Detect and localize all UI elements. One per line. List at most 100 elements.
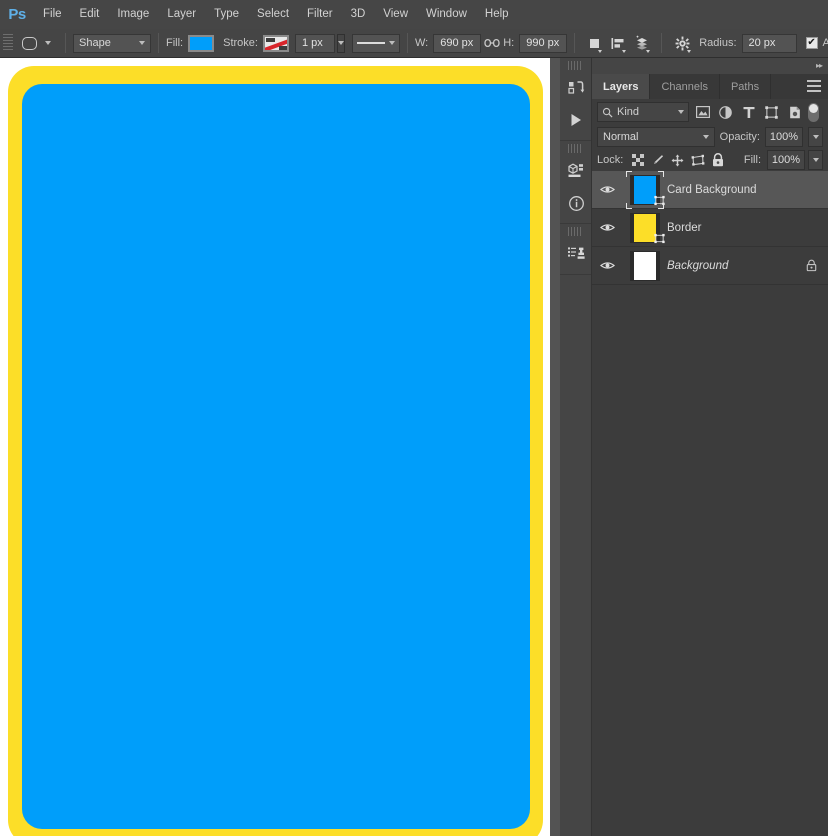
width-input[interactable]: 690 px — [433, 34, 481, 53]
layer-name[interactable]: Card Background — [667, 184, 828, 196]
fill-opacity-input[interactable]: 100% — [767, 150, 805, 170]
dock-grip[interactable] — [568, 61, 583, 70]
align-edges-label: Align Ed — [823, 37, 828, 49]
shape-mode-value: Shape — [79, 37, 111, 49]
fill-opacity-stepper[interactable] — [808, 150, 823, 170]
chevron-down-icon — [646, 50, 650, 53]
fill-color-swatch[interactable] — [188, 35, 214, 52]
link-dimensions-icon[interactable] — [481, 38, 503, 48]
tool-preset-dropdown[interactable] — [41, 41, 58, 45]
filter-pixel-icon[interactable] — [693, 102, 712, 122]
layer-list[interactable]: Card Background — [592, 171, 828, 836]
panel-tab-bar: Layers Channels Paths — [592, 74, 828, 99]
panel-top-bar: ▸▸ — [592, 58, 828, 74]
radius-label: Radius: — [699, 37, 736, 49]
tab-paths[interactable]: Paths — [720, 74, 771, 99]
lock-position-icon[interactable] — [669, 151, 686, 169]
chevron-down-icon — [338, 41, 344, 45]
dock-grip[interactable] — [568, 144, 583, 153]
stroke-width-field[interactable]: 1 px — [295, 34, 335, 53]
rounded-rectangle-tool-icon[interactable] — [17, 33, 41, 53]
divider — [407, 33, 408, 53]
height-input[interactable]: 990 px — [519, 34, 567, 53]
filter-adjustment-icon[interactable] — [716, 102, 735, 122]
filter-smartobject-icon[interactable] — [785, 102, 804, 122]
filter-type-icon[interactable] — [739, 102, 758, 122]
opacity-stepper[interactable] — [808, 127, 823, 147]
layer-visibility-toggle[interactable] — [592, 222, 623, 233]
expand-panel-icon[interactable]: ▸▸ — [816, 62, 822, 70]
clone-source-icon[interactable] — [560, 238, 592, 270]
shape-mode-select[interactable]: Shape — [73, 34, 151, 53]
height-label: H: — [503, 37, 514, 49]
vector-mask-icon — [653, 233, 666, 244]
menu-item-edit[interactable]: Edit — [71, 0, 109, 29]
table-row[interactable]: Border — [592, 209, 828, 247]
layer-thumbnail[interactable] — [623, 213, 667, 243]
gear-icon[interactable] — [669, 32, 695, 54]
options-bar-grip[interactable] — [3, 34, 13, 52]
menu-item-window[interactable]: Window — [417, 0, 476, 29]
tab-layers[interactable]: Layers — [592, 74, 650, 99]
menu-item-layer[interactable]: Layer — [158, 0, 205, 29]
stroke-color-swatch[interactable] — [263, 35, 289, 52]
panel-menu-icon[interactable] — [807, 80, 821, 92]
menu-item-type[interactable]: Type — [205, 0, 248, 29]
divider — [158, 33, 159, 53]
chevron-down-icon — [389, 41, 395, 45]
layer-thumbnail[interactable] — [623, 175, 667, 205]
tab-channels[interactable]: Channels — [650, 74, 719, 99]
menu-item-image[interactable]: Image — [108, 0, 158, 29]
search-icon — [602, 107, 613, 118]
lock-row: Lock: — [592, 149, 828, 171]
lock-image-pixels-icon[interactable] — [649, 151, 666, 169]
menu-item-filter[interactable]: Filter — [298, 0, 342, 29]
filter-enable-toggle[interactable] — [808, 103, 819, 122]
dock-grip[interactable] — [568, 227, 583, 236]
menu-item-view[interactable]: View — [374, 0, 417, 29]
eye-icon — [600, 260, 615, 271]
layer-name[interactable]: Background — [667, 260, 794, 272]
layer-thumbnail[interactable] — [623, 251, 667, 281]
path-arrangement-icon[interactable] — [630, 32, 654, 54]
card-background-shape[interactable] — [22, 84, 530, 829]
dock-group-clone-source — [560, 227, 591, 275]
dock-group-3d-info — [560, 144, 591, 224]
canvas-area[interactable] — [0, 58, 554, 836]
width-label: W: — [415, 37, 428, 49]
opacity-label: Opacity: — [720, 131, 760, 143]
table-row[interactable]: Card Background — [592, 171, 828, 209]
menu-item-file[interactable]: File — [34, 0, 71, 29]
align-edges-checkbox[interactable]: ✔ — [806, 37, 818, 49]
info-panel-icon[interactable] — [560, 187, 592, 219]
layer-visibility-toggle[interactable] — [592, 184, 623, 195]
lock-all-icon[interactable] — [709, 151, 726, 169]
layer-visibility-toggle[interactable] — [592, 260, 623, 271]
radius-input[interactable]: 20 px — [742, 34, 797, 53]
menu-item-select[interactable]: Select — [248, 0, 298, 29]
eye-icon — [600, 184, 615, 195]
3d-panel-icon[interactable] — [560, 155, 592, 187]
stroke-width-dropdown[interactable] — [337, 34, 345, 53]
lock-label: Lock: — [597, 154, 623, 166]
layer-name[interactable]: Border — [667, 222, 828, 234]
document-canvas[interactable] — [0, 58, 550, 836]
menu-item-help[interactable]: Help — [476, 0, 518, 29]
path-alignment-icon[interactable] — [606, 32, 630, 54]
lock-artboard-icon[interactable] — [689, 151, 706, 169]
menu-item-3d[interactable]: 3D — [342, 0, 375, 29]
filter-kind-label: Kind — [617, 106, 674, 118]
filter-kind-select[interactable]: Kind — [597, 102, 689, 122]
lock-transparent-pixels-icon[interactable] — [629, 151, 646, 169]
history-icon[interactable] — [560, 72, 592, 104]
chevron-down-icon — [813, 135, 819, 139]
vector-mask-icon — [653, 195, 666, 206]
play-actions-icon[interactable] — [560, 104, 592, 136]
opacity-input[interactable]: 100% — [765, 127, 803, 147]
filter-shape-icon[interactable] — [762, 102, 781, 122]
path-operations-icon[interactable] — [582, 32, 606, 54]
blend-mode-select[interactable]: Normal — [597, 127, 715, 147]
stroke-style-dropdown[interactable] — [352, 34, 400, 53]
chevron-down-icon — [813, 158, 819, 162]
table-row[interactable]: Background — [592, 247, 828, 285]
